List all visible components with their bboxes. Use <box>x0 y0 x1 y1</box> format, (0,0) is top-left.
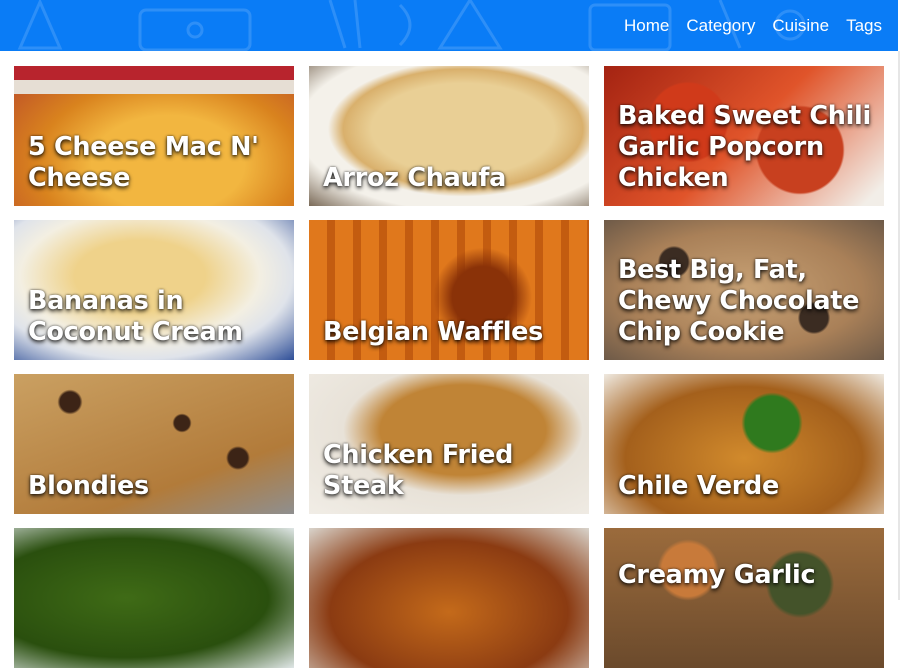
recipe-image <box>309 528 589 668</box>
recipe-card[interactable] <box>309 528 589 668</box>
recipe-title: Arroz Chaufa <box>323 163 507 193</box>
recipe-card[interactable]: 5 Cheese Mac N' Cheese <box>14 66 294 206</box>
recipe-title: Belgian Waffles <box>323 317 544 347</box>
nav-cuisine-link[interactable]: Cuisine <box>772 16 829 36</box>
recipe-title: 5 Cheese Mac N' Cheese <box>28 132 259 193</box>
recipe-title: Best Big, Fat, Chewy Chocolate Chip Cook… <box>618 255 860 347</box>
recipe-title: Baked Sweet Chili Garlic Popcorn Chicken <box>618 101 871 193</box>
recipe-title: Chile Verde <box>618 471 779 501</box>
recipe-card[interactable]: Bananas in Coconut Cream <box>14 220 294 360</box>
recipe-title: Creamy Garlic <box>618 560 816 590</box>
recipe-card[interactable]: Baked Sweet Chili Garlic Popcorn Chicken <box>604 66 884 206</box>
recipe-card[interactable] <box>14 528 294 668</box>
recipe-grid: 5 Cheese Mac N' Cheese Arroz Chaufa Bake… <box>14 66 884 668</box>
recipe-image <box>14 528 294 668</box>
main-nav: Home Category Cuisine Tags <box>624 0 882 51</box>
recipe-card[interactable]: Chile Verde <box>604 374 884 514</box>
recipe-image <box>604 528 884 668</box>
site-header: Home Category Cuisine Tags <box>0 0 898 51</box>
recipe-card[interactable]: Chicken Fried Steak <box>309 374 589 514</box>
recipe-title: Chicken Fried Steak <box>323 440 514 501</box>
recipe-card[interactable]: Creamy Garlic <box>604 528 884 668</box>
recipe-card[interactable]: Best Big, Fat, Chewy Chocolate Chip Cook… <box>604 220 884 360</box>
nav-home-link[interactable]: Home <box>624 16 669 36</box>
nav-tags-link[interactable]: Tags <box>846 16 882 36</box>
recipe-card[interactable]: Blondies <box>14 374 294 514</box>
recipe-card[interactable]: Arroz Chaufa <box>309 66 589 206</box>
recipe-title: Blondies <box>28 471 149 501</box>
recipe-card[interactable]: Belgian Waffles <box>309 220 589 360</box>
recipe-title: Bananas in Coconut Cream <box>28 286 243 347</box>
nav-category-link[interactable]: Category <box>686 16 755 36</box>
